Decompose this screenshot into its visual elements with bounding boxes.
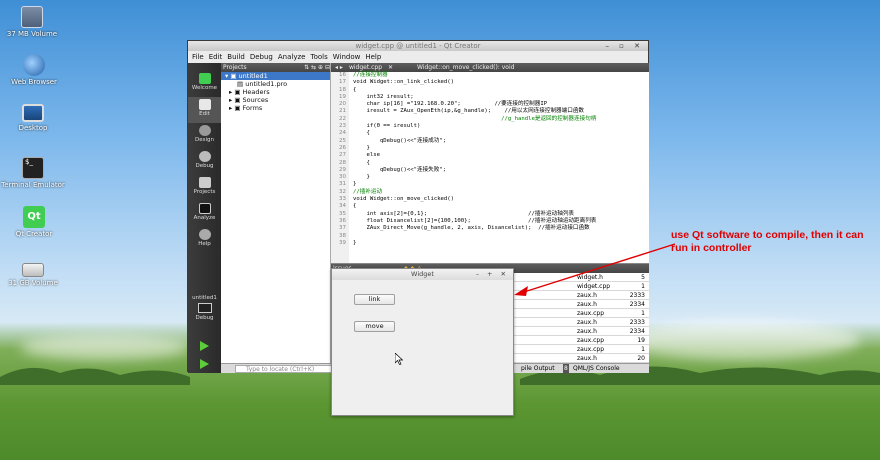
annotation-text: use Qt software to compile, then it can … <box>671 229 864 254</box>
